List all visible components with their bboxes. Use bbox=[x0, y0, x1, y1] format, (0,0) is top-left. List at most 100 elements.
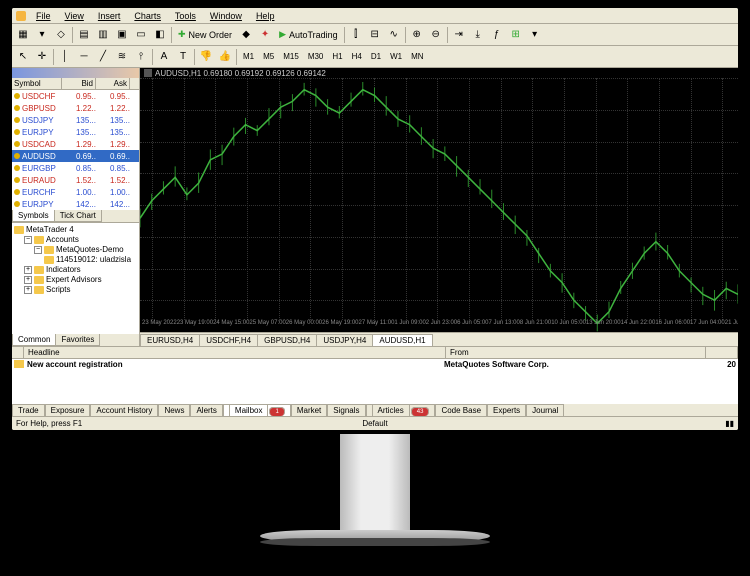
tab-trade[interactable]: Trade bbox=[12, 404, 45, 416]
channel-icon[interactable]: ≋ bbox=[113, 48, 131, 66]
fibo-icon[interactable]: ⫯ bbox=[132, 48, 150, 66]
statusbar-profile[interactable]: Default bbox=[362, 419, 387, 428]
tf-m30[interactable]: M30 bbox=[304, 50, 328, 63]
menu-insert[interactable]: Insert bbox=[92, 10, 127, 22]
collapse-icon[interactable]: − bbox=[24, 236, 32, 244]
line-chart-icon[interactable]: ∿ bbox=[385, 26, 403, 44]
market-row-eurchf[interactable]: EURCHF1.00..1.00.. bbox=[12, 186, 139, 198]
periods-icon[interactable]: ⊞ bbox=[507, 26, 525, 44]
new-order-button[interactable]: ✚New Order bbox=[174, 26, 236, 44]
tab-codebase[interactable]: Code Base bbox=[435, 404, 487, 416]
templates-icon[interactable]: ▾ bbox=[526, 26, 544, 44]
tf-m15[interactable]: M15 bbox=[279, 50, 303, 63]
market-watch-icon[interactable]: ▤ bbox=[75, 26, 93, 44]
tf-h4[interactable]: H4 bbox=[348, 50, 366, 63]
market-row-audusd[interactable]: AUDUSD0.69..0.69.. bbox=[12, 150, 139, 162]
terminal-icon[interactable]: ▭ bbox=[132, 26, 150, 44]
nav-accounts[interactable]: −Accounts bbox=[14, 235, 137, 245]
chartshift-icon[interactable]: ⤓ bbox=[469, 26, 487, 44]
market-row-eurjpy[interactable]: EURJPY135...135... bbox=[12, 126, 139, 138]
menu-charts[interactable]: Charts bbox=[128, 10, 167, 22]
new-chart-icon[interactable]: ▦ bbox=[14, 26, 32, 44]
hline-icon[interactable]: ─ bbox=[75, 48, 93, 66]
expand-icon[interactable]: + bbox=[24, 276, 32, 284]
mailbox-row[interactable]: New account registration MetaQuotes Soft… bbox=[12, 359, 738, 370]
navigator-icon[interactable]: ▣ bbox=[113, 26, 131, 44]
nav-indicators[interactable]: +Indicators bbox=[14, 265, 137, 275]
tf-m1[interactable]: M1 bbox=[239, 50, 258, 63]
menu-tools[interactable]: Tools bbox=[169, 10, 202, 22]
menu-file[interactable]: File bbox=[30, 10, 57, 22]
tab-market[interactable]: Market bbox=[291, 404, 327, 416]
mql-icon[interactable]: ◆ bbox=[237, 26, 255, 44]
collapse-icon[interactable]: − bbox=[34, 246, 42, 254]
bar-chart-icon[interactable]: ⫿ bbox=[347, 26, 365, 44]
tab-symbols[interactable]: Symbols bbox=[12, 210, 55, 222]
tab-exposure[interactable]: Exposure bbox=[45, 404, 91, 416]
nav-scripts[interactable]: +Scripts bbox=[14, 285, 137, 295]
tf-w1[interactable]: W1 bbox=[386, 50, 406, 63]
autoscroll-icon[interactable]: ⇥ bbox=[450, 26, 468, 44]
expand-icon[interactable]: + bbox=[24, 286, 32, 294]
market-row-eurjpy[interactable]: EURJPY142...142... bbox=[12, 198, 139, 210]
col-date[interactable] bbox=[706, 347, 738, 358]
tf-d1[interactable]: D1 bbox=[367, 50, 385, 63]
tab-articles[interactable]: Articles43 bbox=[366, 404, 436, 416]
tf-mn[interactable]: MN bbox=[407, 50, 427, 63]
thumbs-up-icon[interactable]: 👍 bbox=[216, 48, 234, 66]
chart-dropdown-icon[interactable] bbox=[144, 69, 152, 77]
market-row-usdchf[interactable]: USDCHF0.95..0.95.. bbox=[12, 90, 139, 102]
zoom-in-icon[interactable]: ⊕ bbox=[408, 26, 426, 44]
menu-view[interactable]: View bbox=[59, 10, 90, 22]
nav-account[interactable]: 114519012: uladzisla bbox=[14, 255, 137, 265]
nav-broker[interactable]: −MetaQuotes-Demo bbox=[14, 245, 137, 255]
tab-signals[interactable]: Signals bbox=[327, 404, 365, 416]
tf-m5[interactable]: M5 bbox=[259, 50, 278, 63]
folder-icon bbox=[34, 286, 44, 294]
market-row-euraud[interactable]: EURAUD1.52..1.52.. bbox=[12, 174, 139, 186]
trendline-icon[interactable]: ╱ bbox=[94, 48, 112, 66]
thumbs-down-icon[interactable]: 👎 bbox=[197, 48, 215, 66]
vline-icon[interactable]: │ bbox=[56, 48, 74, 66]
tab-mailbox[interactable]: Mailbox1 bbox=[223, 404, 291, 416]
col-from[interactable]: From bbox=[446, 347, 706, 358]
crosshair-icon[interactable]: ✛ bbox=[33, 48, 51, 66]
tab-common[interactable]: Common bbox=[12, 334, 56, 346]
x-tick: 13 Jun 20:00 bbox=[586, 320, 621, 332]
col-ask[interactable]: Ask bbox=[96, 78, 130, 89]
tab-alerts[interactable]: Alerts bbox=[190, 404, 222, 416]
menu-window[interactable]: Window bbox=[204, 10, 248, 22]
market-row-eurgbp[interactable]: EURGBP0.85..0.85.. bbox=[12, 162, 139, 174]
tab-history[interactable]: Account History bbox=[90, 404, 158, 416]
chart-canvas[interactable]: 23 May 202223 May 19:0024 May 15:0025 Ma… bbox=[140, 78, 738, 332]
tab-news[interactable]: News bbox=[158, 404, 190, 416]
tab-journal[interactable]: Journal bbox=[526, 404, 564, 416]
data-window-icon[interactable]: ▥ bbox=[94, 26, 112, 44]
dropdown-icon[interactable]: ▾ bbox=[33, 26, 51, 44]
market-row-gbpusd[interactable]: GBPUSD1.22..1.22.. bbox=[12, 102, 139, 114]
col-symbol[interactable]: Symbol bbox=[12, 78, 62, 89]
expert-icon[interactable]: ✦ bbox=[256, 26, 274, 44]
zoom-out-icon[interactable]: ⊖ bbox=[427, 26, 445, 44]
expand-icon[interactable]: + bbox=[24, 266, 32, 274]
tab-tickchart[interactable]: Tick Chart bbox=[54, 210, 102, 222]
text-icon[interactable]: A bbox=[155, 48, 173, 66]
market-row-usdjpy[interactable]: USDJPY135...135... bbox=[12, 114, 139, 126]
col-bid[interactable]: Bid bbox=[62, 78, 96, 89]
indicators-icon[interactable]: ƒ bbox=[488, 26, 506, 44]
label-icon[interactable]: T bbox=[174, 48, 192, 66]
cursor-icon[interactable]: ↖ bbox=[14, 48, 32, 66]
tab-favorites[interactable]: Favorites bbox=[55, 334, 100, 346]
nav-root[interactable]: MetaTrader 4 bbox=[14, 225, 137, 235]
profiles-icon[interactable]: ◇ bbox=[52, 26, 70, 44]
tf-h1[interactable]: H1 bbox=[328, 50, 346, 63]
connection-icon[interactable]: ▮▮ bbox=[725, 419, 734, 428]
strategy-tester-icon[interactable]: ◧ bbox=[151, 26, 169, 44]
col-headline[interactable]: Headline bbox=[24, 347, 446, 358]
menu-help[interactable]: Help bbox=[250, 10, 281, 22]
nav-experts[interactable]: +Expert Advisors bbox=[14, 275, 137, 285]
candle-chart-icon[interactable]: ⊟ bbox=[366, 26, 384, 44]
market-row-usdcad[interactable]: USDCAD1.29..1.29.. bbox=[12, 138, 139, 150]
tab-experts[interactable]: Experts bbox=[487, 404, 526, 416]
autotrading-button[interactable]: ▶AutoTrading bbox=[275, 26, 342, 44]
